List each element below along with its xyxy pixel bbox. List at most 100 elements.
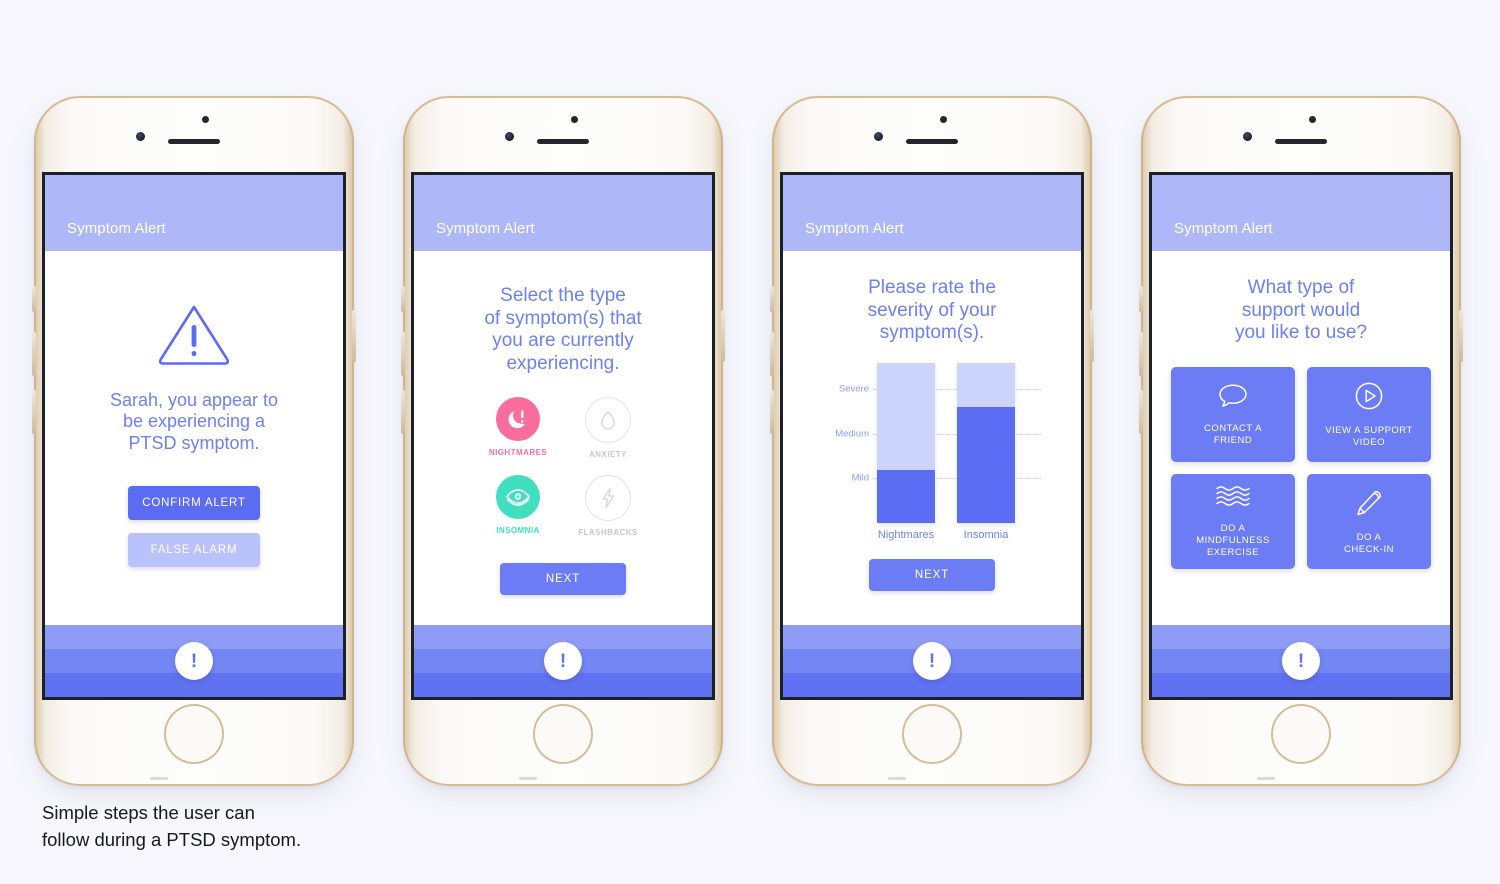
category-label: Insomnia (963, 528, 1009, 541)
symptom-grid: NIGHTMARES ANXIETY INSOMNIA FLASHBACKS (484, 397, 642, 537)
appbar-1: Symptom Alert (45, 175, 343, 251)
power-button[interactable] (721, 310, 725, 362)
bottom-nav-2: ! (414, 625, 712, 697)
bar-nightmares[interactable] (877, 362, 935, 523)
next-button[interactable]: NEXT (500, 563, 626, 596)
bottom-nav-4: ! (1152, 625, 1450, 697)
speaker-grille (150, 777, 168, 780)
power-button[interactable] (352, 310, 356, 362)
front-camera (505, 132, 514, 141)
alert-exclamation-icon[interactable]: ! (544, 642, 582, 680)
chart-bars (877, 362, 1047, 523)
mute-switch[interactable] (1139, 286, 1143, 312)
power-button[interactable] (1090, 310, 1094, 362)
speaker-grille (888, 777, 906, 780)
axis-tick-medium: Medium (835, 428, 869, 440)
bottom-nav-3: ! (783, 625, 1081, 697)
support-headline: What type of support would you like to u… (1234, 277, 1368, 344)
appbar-2: Symptom Alert (414, 175, 712, 251)
symptom-option-anxiety[interactable]: ANXIETY (574, 397, 642, 459)
appbar-title: Symptom Alert (805, 220, 904, 237)
rate-severity-headline: Please rate the severity of your symptom… (867, 277, 997, 344)
symptom-label: FLASHBACKS (578, 528, 638, 538)
mockup-caption: Simple steps the user can follow during … (42, 802, 302, 850)
axis-tick-mild: Mild (851, 472, 869, 484)
play-circle-icon (1353, 380, 1385, 417)
mute-switch[interactable] (32, 286, 36, 312)
home-button[interactable] (533, 704, 593, 764)
appbar-4: Symptom Alert (1152, 175, 1450, 251)
screen-1-body: Sarah, you appear to be experiencing a P… (45, 251, 343, 625)
screen-1-alert: Symptom Alert Sarah, you appear to be ex… (42, 172, 346, 700)
support-option-label: VIEW A SUPPORT VIDEO (1325, 424, 1413, 448)
support-option-contact-friend[interactable]: CONTACT A FRIEND (1171, 366, 1295, 462)
proximity-sensor (1309, 116, 1316, 123)
support-option-mindfulness[interactable]: DO A MINDFULNESS EXERCISE (1171, 473, 1295, 569)
alert-exclamation-icon[interactable]: ! (913, 642, 951, 680)
eye-icon (496, 475, 540, 520)
volume-up-button[interactable] (770, 332, 774, 376)
speaker-grille (1257, 777, 1275, 780)
support-option-label: DO A MINDFULNESS EXERCISE (1196, 523, 1270, 558)
earpiece-speaker (906, 139, 958, 144)
phone-frame-1: Symptom Alert Sarah, you appear to be ex… (32, 96, 356, 786)
mute-switch[interactable] (401, 286, 405, 312)
volume-down-button[interactable] (770, 390, 774, 434)
front-camera (1243, 132, 1252, 141)
front-camera (136, 132, 145, 141)
appbar-title: Symptom Alert (436, 220, 535, 237)
waves-icon (1214, 484, 1252, 515)
moon-exclamation-icon (496, 397, 540, 442)
water-drop-icon (585, 397, 631, 444)
home-button[interactable] (902, 704, 962, 764)
false-alarm-button[interactable]: FALSE ALARM (128, 533, 260, 568)
appbar-title: Symptom Alert (1174, 220, 1273, 237)
volume-up-button[interactable] (32, 332, 36, 376)
appbar-3: Symptom Alert (783, 175, 1081, 251)
severity-chart[interactable]: Severe Medium Mild Nightmares Insomnia (817, 362, 1047, 541)
symptom-label: NIGHTMARES (488, 448, 548, 458)
support-option-label: CONTACT A FRIEND (1204, 422, 1262, 446)
speech-bubble-icon (1216, 382, 1250, 415)
symptom-label: ANXIETY (589, 450, 627, 460)
proximity-sensor (571, 116, 578, 123)
volume-down-button[interactable] (1139, 390, 1143, 434)
front-camera (874, 132, 883, 141)
category-label: Nightmares (877, 528, 935, 541)
select-symptom-headline: Select the type of symptom(s) that you a… (484, 285, 642, 374)
symptom-option-insomnia[interactable]: INSOMNIA (484, 475, 552, 537)
power-button[interactable] (1459, 310, 1463, 362)
bar-insomnia[interactable] (957, 362, 1015, 523)
alert-exclamation-icon[interactable]: ! (175, 642, 213, 680)
bar-fill (877, 469, 935, 523)
screen-2-body: Select the type of symptom(s) that you a… (414, 251, 712, 625)
lightning-bolt-icon (585, 475, 631, 522)
earpiece-speaker (168, 139, 220, 144)
support-option-view-video[interactable]: VIEW A SUPPORT VIDEO (1307, 366, 1431, 462)
alert-message: Sarah, you appear to be experiencing a P… (109, 390, 279, 453)
symptom-label: INSOMNIA (496, 526, 540, 536)
appbar-title: Symptom Alert (67, 220, 166, 237)
symptom-option-nightmares[interactable]: NIGHTMARES (484, 397, 552, 459)
symptom-option-flashbacks[interactable]: FLASHBACKS (574, 475, 642, 537)
home-button[interactable] (164, 704, 224, 764)
bottom-nav-1: ! (45, 625, 343, 697)
pencil-icon (1353, 487, 1385, 524)
support-option-check-in[interactable]: DO A CHECK-IN (1307, 473, 1431, 569)
phone-frame-4: Symptom Alert What type of support would… (1139, 96, 1463, 786)
support-options-grid: CONTACT A FRIEND VIEW A SUPPORT VIDEO DO… (1171, 366, 1431, 569)
phone-frame-2: Symptom Alert Select the type of symptom… (401, 96, 725, 786)
confirm-alert-button[interactable]: CONFIRM ALERT (128, 486, 260, 521)
next-button[interactable]: NEXT (869, 558, 995, 591)
home-button[interactable] (1271, 704, 1331, 764)
screen-3-body: Please rate the severity of your symptom… (783, 251, 1081, 625)
axis-tick-severe: Severe (838, 383, 869, 395)
volume-down-button[interactable] (32, 390, 36, 434)
volume-down-button[interactable] (401, 390, 405, 434)
alert-exclamation-icon[interactable]: ! (1282, 642, 1320, 680)
screen-3-rate-severity: Symptom Alert Please rate the severity o… (780, 172, 1084, 700)
warning-triangle-icon (156, 301, 232, 372)
volume-up-button[interactable] (1139, 332, 1143, 376)
volume-up-button[interactable] (401, 332, 405, 376)
mute-switch[interactable] (770, 286, 774, 312)
